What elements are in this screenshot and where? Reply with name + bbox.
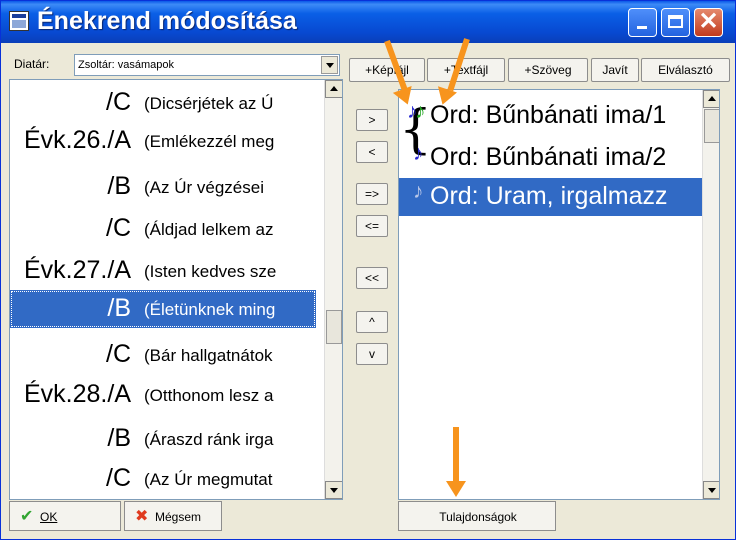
move-down-button[interactable]: v xyxy=(356,343,388,365)
list-item[interactable]: /C (Áldjad lelkem az xyxy=(10,210,316,248)
item-text: Ord: Bűnbánati ima/1 xyxy=(430,101,667,129)
title-bar[interactable]: Énekrend módosítása ✕ xyxy=(1,1,735,43)
scroll-down-icon[interactable] xyxy=(703,481,719,499)
list-item[interactable]: /B (Az Úr végzései xyxy=(10,168,316,206)
ok-label: OK xyxy=(40,510,58,524)
dialog-window: Énekrend módosítása ✕ Diatár: Zsoltár: v… xyxy=(0,0,736,540)
x-mark-icon: ✖ xyxy=(135,508,149,525)
music-note-icon: ♪ xyxy=(415,100,426,123)
properties-label: Tulajdonságok xyxy=(439,510,517,524)
item-code: /C xyxy=(106,340,131,368)
list-item[interactable]: /B (Áraszd ránk irga xyxy=(10,420,316,458)
item-text: (Bár hallgatnátok xyxy=(144,346,273,365)
item-text: (Az Úr megmutat xyxy=(144,470,273,489)
list-item-selected[interactable]: /B (Életünknek ming xyxy=(10,290,316,328)
window-title: Énekrend módosítása xyxy=(37,7,297,35)
song-source-list[interactable]: /C (Dicsérjétek az Ú Évk.26./A (Emlékezzél… xyxy=(9,79,343,500)
app-icon[interactable] xyxy=(9,11,29,31)
add-image-file-button[interactable]: +Képfájl xyxy=(349,58,425,82)
list-item[interactable]: /C (Bár hallgatnátok xyxy=(10,336,316,374)
right-scrollbar[interactable] xyxy=(702,90,719,499)
separator-button[interactable]: Elválasztó xyxy=(641,58,730,82)
cancel-label: Mégsem xyxy=(155,510,202,524)
diatar-label: Diatár: xyxy=(14,57,50,71)
add-button[interactable]: > xyxy=(356,109,388,131)
annotation-arrow-head xyxy=(446,481,466,497)
item-text: (Isten kedves sze xyxy=(144,262,277,281)
add-text-file-button[interactable]: +Textfájl xyxy=(427,58,505,82)
list-item[interactable]: ♪ Ord: Bűnbánati ima/2 xyxy=(399,140,703,176)
item-text: Ord: Uram, irgalmazz xyxy=(430,182,668,210)
move-up-button[interactable]: ^ xyxy=(356,311,388,333)
list-item[interactable]: Évk.27./A (Isten kedves sze xyxy=(10,252,316,290)
checkmark-icon: ✔ xyxy=(20,508,34,525)
scroll-up-icon[interactable] xyxy=(325,80,342,98)
item-text: (Életünknek ming xyxy=(144,300,276,319)
music-note-icon: ♪ xyxy=(413,180,424,203)
list-item[interactable]: /C (Dicsérjétek az Ú xyxy=(10,84,316,122)
ok-button[interactable]: ✔ OK xyxy=(9,501,121,531)
minimize-button[interactable] xyxy=(628,8,657,37)
close-button[interactable]: ✕ xyxy=(694,8,723,37)
remove-button[interactable]: < xyxy=(356,141,388,163)
scroll-down-icon[interactable] xyxy=(325,481,342,499)
properties-button[interactable]: Tulajdonságok xyxy=(398,501,556,531)
scroll-thumb[interactable] xyxy=(704,109,719,143)
scroll-thumb[interactable] xyxy=(326,310,342,344)
item-code: /C xyxy=(106,214,131,242)
add-all-button[interactable]: => xyxy=(356,183,388,205)
edit-button[interactable]: Javít xyxy=(591,58,639,82)
song-order-list[interactable]: { ♪ ♪ Ord: Bűnbánati ima/1 ♪ Ord: Bűnbán… xyxy=(398,89,720,500)
remove-all-button[interactable]: <= xyxy=(356,215,388,237)
item-code: /C xyxy=(106,464,131,492)
list-item-selected[interactable]: ♪ Ord: Uram, irgalmazz xyxy=(399,178,703,216)
item-text: Ord: Bűnbánati ima/2 xyxy=(430,143,667,171)
item-code: Évk.28./A xyxy=(24,380,131,408)
list-item[interactable]: /C (Az Úr megmutat xyxy=(10,460,316,498)
maximize-button[interactable] xyxy=(661,8,690,37)
left-scrollbar[interactable] xyxy=(324,80,342,499)
item-code: /B xyxy=(107,294,131,322)
item-text: (Otthonom lesz a xyxy=(144,386,274,405)
clear-button[interactable]: << xyxy=(356,267,388,289)
item-code: Évk.26./A xyxy=(24,126,131,154)
item-text: (Áldjad lelkem az xyxy=(144,220,274,239)
item-text: (Emlékezzél meg xyxy=(144,132,275,151)
item-code: /B xyxy=(107,172,131,200)
item-code: /B xyxy=(107,424,131,452)
list-item[interactable]: Évk.26./A (Emlékezzél meg xyxy=(10,122,316,160)
list-item[interactable]: Évk.28./A (Otthonom lesz a xyxy=(10,376,316,414)
item-text: (Dicsérjétek az Ú xyxy=(144,94,274,113)
music-note-icon: ♪ xyxy=(413,142,424,165)
item-code: /C xyxy=(106,88,131,116)
annotation-arrow xyxy=(453,427,459,483)
close-icon: ✕ xyxy=(698,8,719,35)
item-code: Évk.27./A xyxy=(24,256,131,284)
diatar-select[interactable]: Zsoltár: vasámapok xyxy=(74,54,340,76)
scroll-up-icon[interactable] xyxy=(703,90,719,108)
item-text: (Áraszd ránk irga xyxy=(144,430,274,449)
add-text-button[interactable]: +Szöveg xyxy=(508,58,588,82)
diatar-selected-value: Zsoltár: vasámapok xyxy=(78,59,174,71)
chevron-down-icon[interactable] xyxy=(321,56,338,74)
cancel-button[interactable]: ✖ Mégsem xyxy=(124,501,222,531)
item-text: (Az Úr végzései xyxy=(144,178,264,197)
